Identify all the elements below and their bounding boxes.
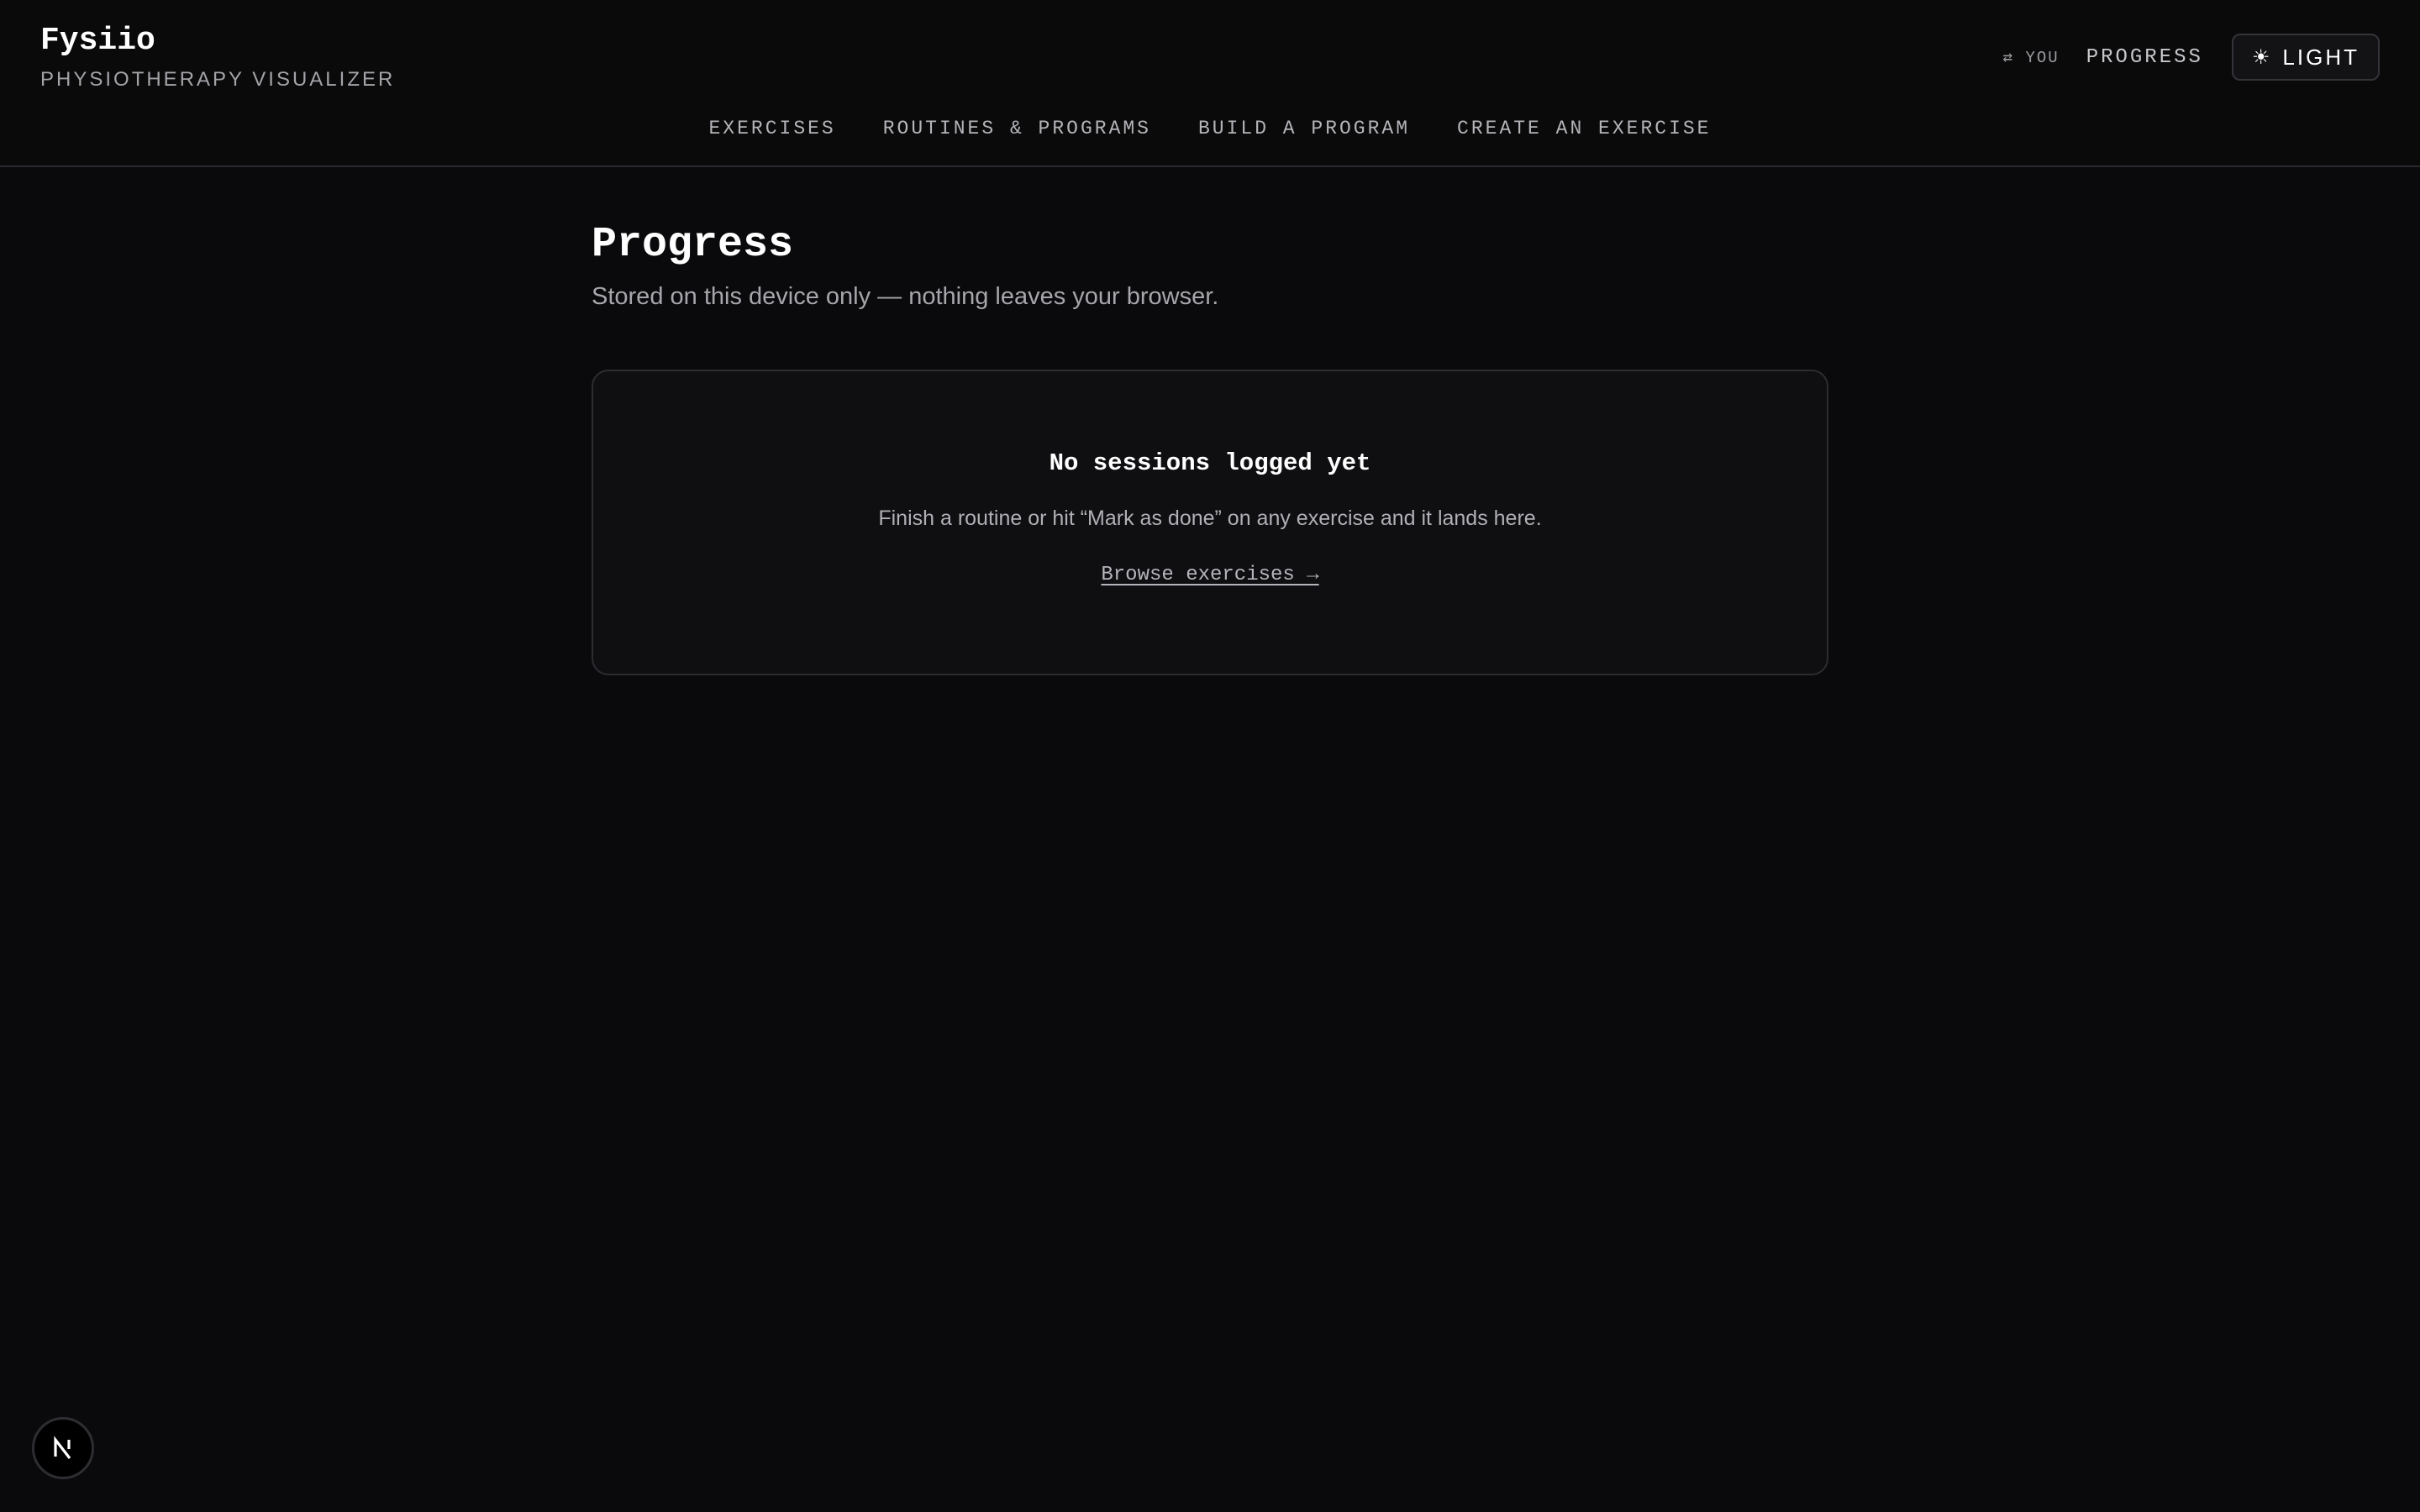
sun-icon: ☀ <box>2251 45 2273 69</box>
progress-link[interactable]: PROGRESS <box>2086 46 2203 69</box>
app-subtitle: PHYSIOTHERAPY VISUALIZER <box>40 68 396 91</box>
switch-user-link[interactable]: ⇄ YOU <box>2003 48 2060 67</box>
empty-state-title: No sessions logged yet <box>1049 449 1371 477</box>
nav-item-build-program[interactable]: BUILD A PROGRAM <box>1198 114 1410 143</box>
nav-item-create-exercise[interactable]: CREATE AN EXERCISE <box>1457 114 1711 143</box>
empty-state-card: No sessions logged yet Finish a routine … <box>592 370 1828 675</box>
empty-state-text: Finish a routine or hit “Mark as done” o… <box>878 507 1542 530</box>
nav-item-routines-programs[interactable]: ROUTINES & PROGRAMS <box>883 114 1151 143</box>
main-nav: EXERCISES ROUTINES & PROGRAMS BUILD A PR… <box>0 114 2420 143</box>
theme-toggle-button[interactable]: ☀ LIGHT <box>2231 34 2380 81</box>
app-title[interactable]: Fysiio <box>40 22 155 60</box>
page-subtitle: Stored on this device only — nothing lea… <box>592 283 1219 310</box>
theme-toggle-label: LIGHT <box>2282 44 2360 70</box>
nextjs-dev-indicator-button[interactable] <box>32 1417 94 1479</box>
nav-item-exercises[interactable]: EXERCISES <box>709 114 836 143</box>
page-title: Progress <box>592 221 794 269</box>
site-header: Fysiio PHYSIOTHERAPY VISUALIZER ⇄ YOU PR… <box>0 0 2420 167</box>
main-content: Progress Stored on this device only — no… <box>592 220 1828 675</box>
nextjs-logo-icon <box>54 1436 71 1459</box>
browse-exercises-link[interactable]: Browse exercises → <box>593 561 1827 590</box>
header-actions: ⇄ YOU PROGRESS ☀ LIGHT <box>2003 34 2380 81</box>
